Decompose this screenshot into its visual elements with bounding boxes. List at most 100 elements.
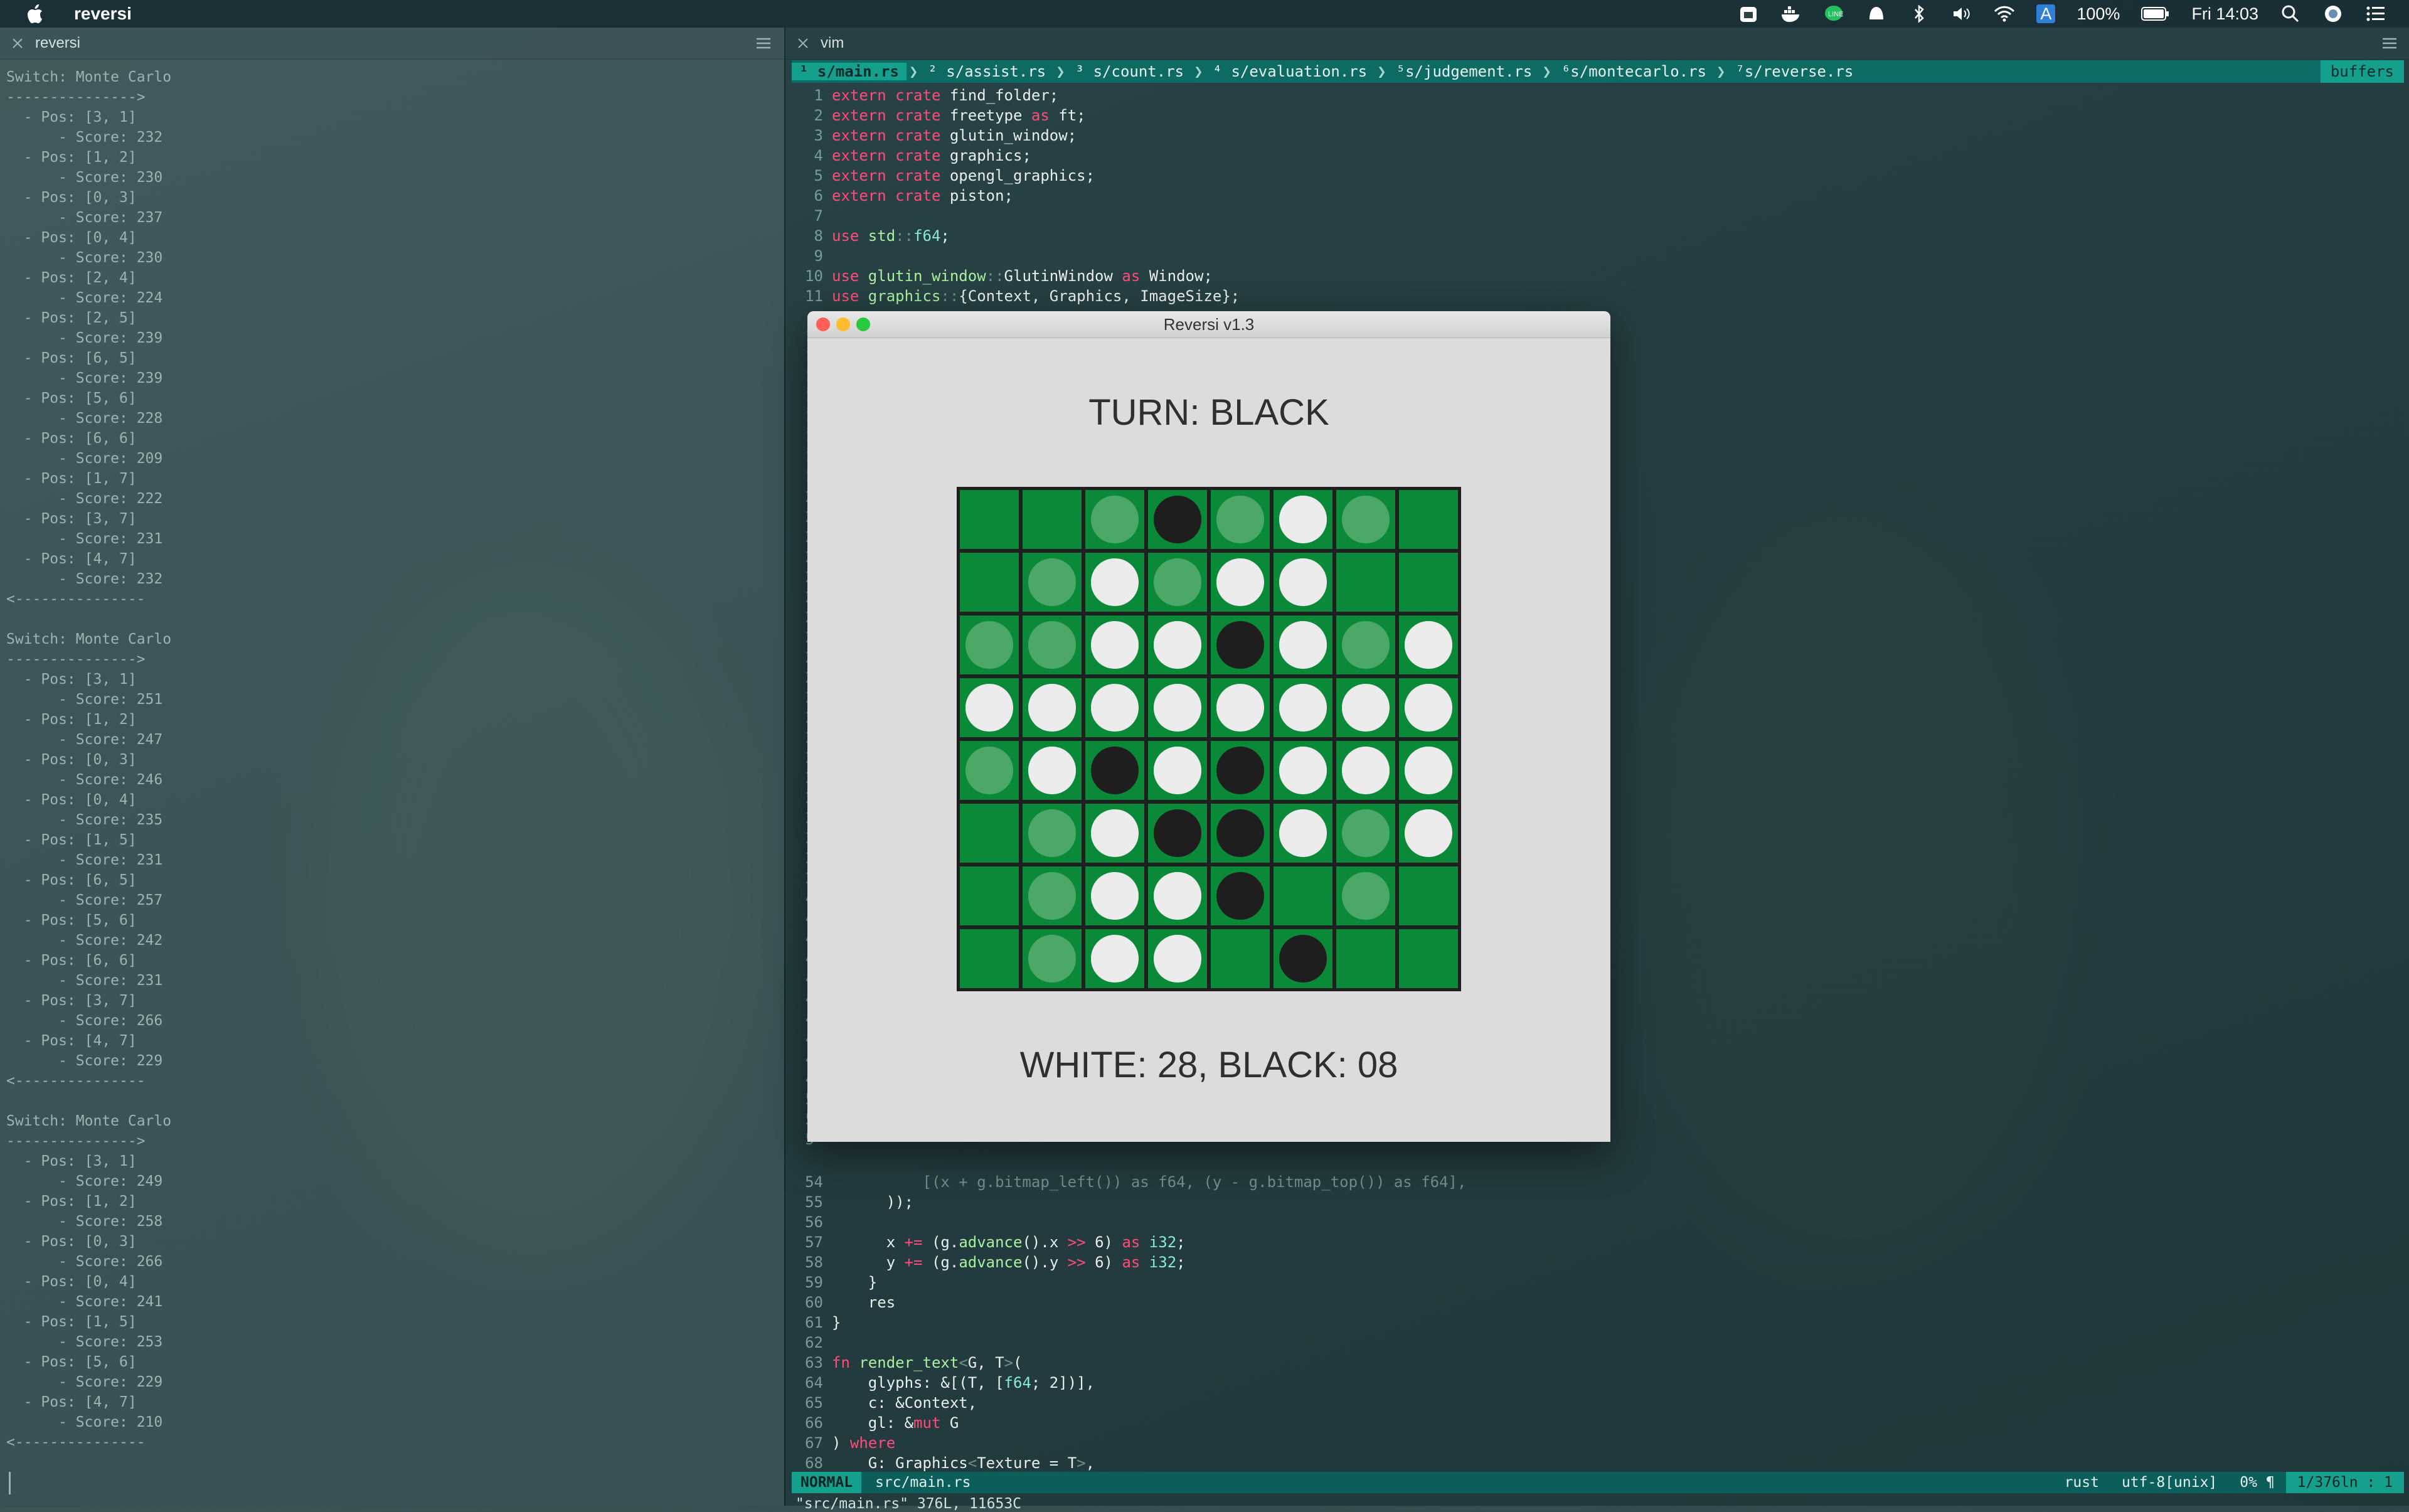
docker-icon[interactable] (1780, 3, 1802, 24)
code-line[interactable]: 9 (792, 246, 2404, 266)
valid-move-hint[interactable] (1342, 809, 1390, 857)
apple-icon[interactable] (25, 1, 50, 26)
notification-center-icon[interactable] (2365, 3, 2386, 24)
board-cell[interactable] (1211, 929, 1270, 988)
board-cell[interactable] (1148, 678, 1207, 737)
valid-move-hint[interactable] (1028, 809, 1076, 857)
reversi-titlebar[interactable]: Reversi v1.3 (807, 311, 1610, 338)
code-line[interactable]: 68 G: Graphics < Texture = T >, (792, 1453, 2404, 1473)
board-cell[interactable] (1023, 615, 1082, 674)
hamburger-menu-icon[interactable] (754, 36, 773, 51)
board-cell[interactable] (960, 804, 1019, 863)
code-line[interactable]: 56 (792, 1212, 2404, 1232)
board-cell[interactable] (1085, 804, 1144, 863)
vim-tab[interactable]: vim (785, 28, 2409, 60)
board-cell[interactable] (960, 929, 1019, 988)
board-cell[interactable] (1336, 615, 1395, 674)
siri-icon[interactable] (2322, 3, 2344, 24)
valid-move-hint[interactable] (965, 747, 1013, 794)
code-line[interactable]: 11 use graphics:: {Context, Graphics, Imag… (792, 286, 2404, 306)
active-app-name[interactable]: reversi (74, 4, 132, 24)
code-view-bottom[interactable]: 54 [(x + g.bitmap_left()) as f64, (y - g… (792, 1172, 2404, 1473)
board-cell[interactable] (1148, 866, 1207, 925)
board-cell[interactable] (1085, 553, 1144, 612)
buffer-tab[interactable]: ⁵s/judgement.rs (1389, 63, 1540, 80)
reversi-window[interactable]: Reversi v1.3 TURN: BLACK WHITE: 28, BLAC… (807, 311, 1610, 1142)
code-line[interactable]: 5 extern crate opengl_graphics; (792, 166, 2404, 186)
buffer-tab[interactable]: ² s/assist.rs (920, 63, 1053, 80)
board-cell[interactable] (960, 553, 1019, 612)
valid-move-hint[interactable] (1028, 558, 1076, 606)
code-line[interactable]: 67) where (792, 1433, 2404, 1453)
board-cell[interactable] (1148, 741, 1207, 800)
board-cell[interactable] (1023, 866, 1082, 925)
code-line[interactable]: 65 c: &Context, (792, 1393, 2404, 1413)
board-cell[interactable] (960, 490, 1019, 549)
board-cell[interactable] (1148, 804, 1207, 863)
zoom-window-button[interactable] (856, 317, 870, 331)
minimize-window-button[interactable] (836, 317, 850, 331)
board-cell[interactable] (1336, 741, 1395, 800)
reversi-board[interactable] (957, 487, 1461, 991)
board-cell[interactable] (1085, 929, 1144, 988)
board-cell[interactable] (1085, 741, 1144, 800)
board-cell[interactable] (1148, 615, 1207, 674)
board-cell[interactable] (1274, 929, 1332, 988)
board-cell[interactable] (1085, 678, 1144, 737)
board-cell[interactable] (1336, 678, 1395, 737)
valid-move-hint[interactable] (1342, 496, 1390, 543)
menu-clock[interactable]: Fri 14:03 (2191, 4, 2258, 24)
close-window-button[interactable] (816, 317, 830, 331)
spotlight-search-icon[interactable] (2280, 3, 2301, 24)
board-cell[interactable] (1148, 929, 1207, 988)
code-line[interactable]: 4 extern crate graphics; (792, 146, 2404, 166)
valid-move-hint[interactable] (1028, 621, 1076, 669)
board-cell[interactable] (1274, 741, 1332, 800)
board-cell[interactable] (1274, 490, 1332, 549)
board-cell[interactable] (1274, 804, 1332, 863)
code-line[interactable]: 57 x += (g. advance ().x >> 6) as i32; (792, 1232, 2404, 1252)
valid-move-hint[interactable] (1028, 935, 1076, 982)
code-line[interactable]: 6 extern crate piston; (792, 186, 2404, 206)
code-line[interactable]: 61} (792, 1312, 2404, 1333)
valid-move-hint[interactable] (1154, 558, 1201, 606)
board-cell[interactable] (1211, 615, 1270, 674)
board-cell[interactable] (1336, 490, 1395, 549)
board-cell[interactable] (1399, 929, 1458, 988)
input-source-icon[interactable]: A (2036, 4, 2056, 23)
board-cell[interactable] (1399, 866, 1458, 925)
close-icon[interactable] (795, 36, 811, 51)
code-view-top[interactable]: 1 extern crate find_folder; 2 extern crate … (792, 85, 2404, 306)
code-line[interactable]: 55 )); (792, 1192, 2404, 1212)
buffer-tab[interactable]: ³ s/count.rs (1068, 63, 1191, 80)
board-cell[interactable] (1148, 490, 1207, 549)
board-cell[interactable] (1211, 678, 1270, 737)
valid-move-hint[interactable] (1342, 621, 1390, 669)
valid-move-hint[interactable] (1091, 496, 1139, 543)
board-cell[interactable] (1399, 615, 1458, 674)
board-cell[interactable] (1211, 490, 1270, 549)
terminal-pane[interactable]: reversi Switch: Monte Carlo -------------… (0, 28, 784, 1506)
board-cell[interactable] (1399, 553, 1458, 612)
board-cell[interactable] (960, 741, 1019, 800)
code-line[interactable]: 62 (792, 1333, 2404, 1353)
buffer-tab[interactable]: ⁴ s/evaluation.rs (1206, 63, 1375, 80)
board-cell[interactable] (1274, 553, 1332, 612)
vim-command-line[interactable]: "src/main.rs" 376L, 11653C (795, 1496, 1021, 1512)
code-line[interactable]: 58 y += (g. advance ().y >> 6) as i32; (792, 1252, 2404, 1272)
code-line[interactable]: 66 gl: & mut G (792, 1413, 2404, 1433)
board-cell[interactable] (1148, 553, 1207, 612)
terminal-tab[interactable]: reversi (0, 28, 784, 60)
line-app-icon[interactable]: LINE (1823, 3, 1844, 24)
board-cell[interactable] (1023, 929, 1082, 988)
code-line[interactable]: 59 } (792, 1272, 2404, 1292)
valid-move-hint[interactable] (965, 621, 1013, 669)
board-cell[interactable] (1023, 804, 1082, 863)
code-line[interactable]: 54 [(x + g.bitmap_left()) as f64, (y - g… (792, 1172, 2404, 1192)
code-line[interactable]: 8 use std:: f64; (792, 226, 2404, 246)
board-cell[interactable] (1274, 615, 1332, 674)
hamburger-menu-icon[interactable] (2380, 36, 2399, 51)
board-cell[interactable] (1211, 741, 1270, 800)
wifi-icon[interactable] (1994, 3, 2015, 24)
board-cell[interactable] (1023, 741, 1082, 800)
